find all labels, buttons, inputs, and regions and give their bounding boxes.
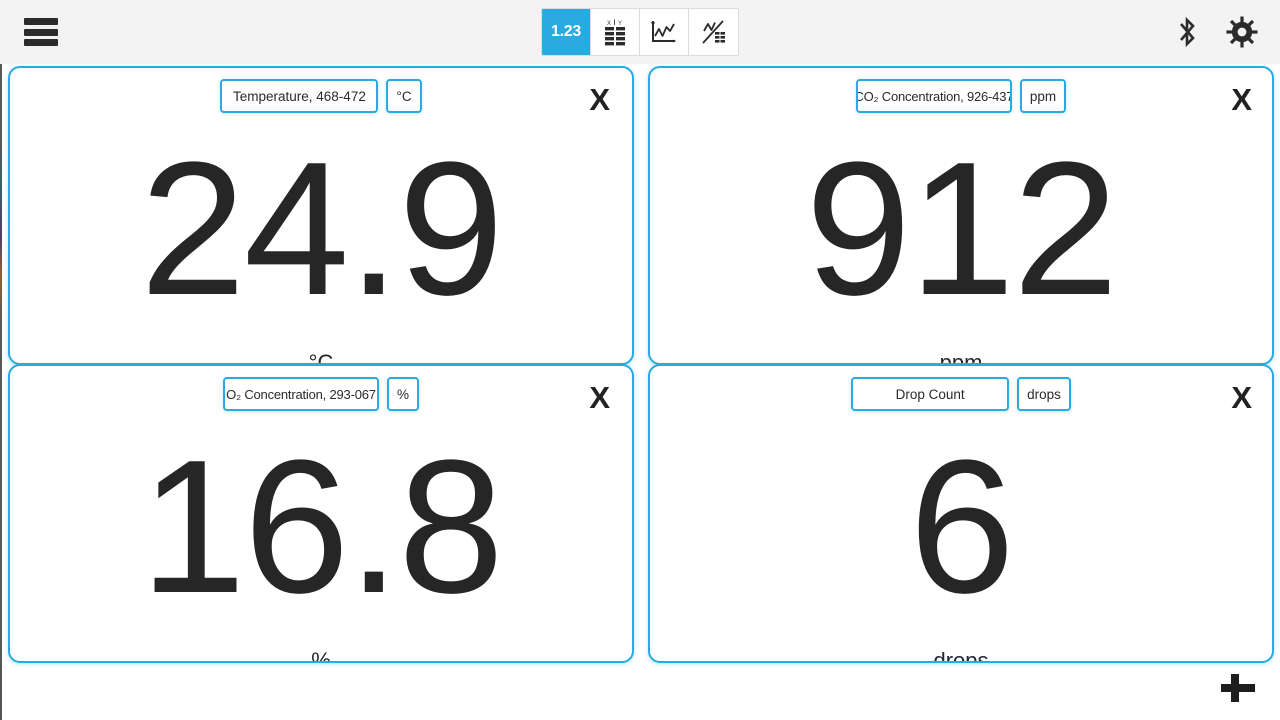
sensor-selector[interactable]: Temperature, 468-472 <box>220 79 379 113</box>
meter-body: 6 drops <box>650 420 1272 661</box>
meter-value-unit: drops <box>933 648 989 663</box>
left-edge-artifact <box>0 64 2 720</box>
line-graph-icon <box>651 21 676 43</box>
add-meter-button[interactable] <box>1218 668 1258 708</box>
meter-panel-o2: O₂ Concentration, 293-067 % X 16.8 % <box>8 364 634 663</box>
bluetooth-icon[interactable] <box>1174 16 1200 48</box>
unit-selector[interactable]: drops <box>1017 377 1071 411</box>
meter-value-unit: % <box>311 648 331 663</box>
meter-header: CO₂ Concentration, 926-437 ppm X <box>650 68 1272 122</box>
meter-body: 912 ppm <box>650 122 1272 363</box>
tab-meter-view[interactable]: 1.23 <box>542 9 591 55</box>
meter-header: Temperature, 468-472 °C X <box>10 68 632 122</box>
close-meter-button[interactable]: X <box>589 382 610 413</box>
hamburger-menu-icon[interactable] <box>24 16 58 48</box>
meter-value: 16.8 <box>140 421 504 633</box>
gear-icon[interactable] <box>1226 16 1258 48</box>
meter-body: 16.8 % <box>10 420 632 661</box>
meter-value: 6 <box>909 421 1015 633</box>
meter-value: 912 <box>805 123 1118 335</box>
meter-panel-drop-count: Drop Count drops X 6 drops <box>648 364 1274 663</box>
close-meter-button[interactable]: X <box>1231 84 1252 115</box>
sensor-selector[interactable]: O₂ Concentration, 293-067 <box>222 377 379 411</box>
meter-view-label: 1.23 <box>551 23 581 40</box>
meter-panel-co2: CO₂ Concentration, 926-437 ppm X 912 ppm <box>648 66 1274 365</box>
plus-icon-vertical <box>1231 674 1239 702</box>
close-meter-button[interactable]: X <box>589 84 610 115</box>
meter-value: 24.9 <box>140 123 504 335</box>
meter-body: 24.9 °C <box>10 122 632 363</box>
tab-table-view[interactable]: X Y <box>591 9 640 55</box>
svg-text:X: X <box>607 21 611 27</box>
close-meter-button[interactable]: X <box>1231 382 1252 413</box>
unit-selector[interactable]: °C <box>386 79 422 113</box>
unit-selector[interactable]: ppm <box>1019 79 1067 113</box>
hamburger-bar-1 <box>24 18 58 25</box>
meter-grid: Temperature, 468-472 °C X 24.9 °C CO₂ Co… <box>0 64 1280 720</box>
unit-selector[interactable]: % <box>386 377 419 411</box>
tab-graph-view[interactable] <box>640 9 689 55</box>
meter-panel-temperature: Temperature, 468-472 °C X 24.9 °C <box>8 66 634 365</box>
sensor-selector[interactable]: Drop Count <box>851 377 1010 411</box>
hamburger-bar-2 <box>24 28 58 36</box>
toolbar-right-icons <box>1174 0 1258 64</box>
hamburger-bar-3 <box>24 39 58 46</box>
meter-value-unit: °C <box>308 350 334 365</box>
meter-header: Drop Count drops X <box>650 366 1272 420</box>
meter-value-unit: ppm <box>939 350 983 365</box>
view-mode-segmented-control: 1.23 X Y <box>541 8 739 56</box>
data-table-icon: X Y <box>605 19 625 46</box>
app-root: 1.23 X Y Temperature, 468-472 °C X 24.9 … <box>0 0 1280 720</box>
meter-row-1: Temperature, 468-472 °C X 24.9 °C CO₂ Co… <box>4 66 1276 365</box>
top-toolbar: 1.23 X Y <box>0 0 1280 64</box>
meter-row-2: O₂ Concentration, 293-067 % X 16.8 % Dro… <box>4 364 1276 663</box>
graph-and-table-icon <box>701 20 725 44</box>
tab-graph-table-view[interactable] <box>689 9 738 55</box>
meter-header: O₂ Concentration, 293-067 % X <box>10 366 632 420</box>
sensor-selector[interactable]: CO₂ Concentration, 926-437 <box>855 79 1012 113</box>
svg-text:Y: Y <box>618 21 622 27</box>
